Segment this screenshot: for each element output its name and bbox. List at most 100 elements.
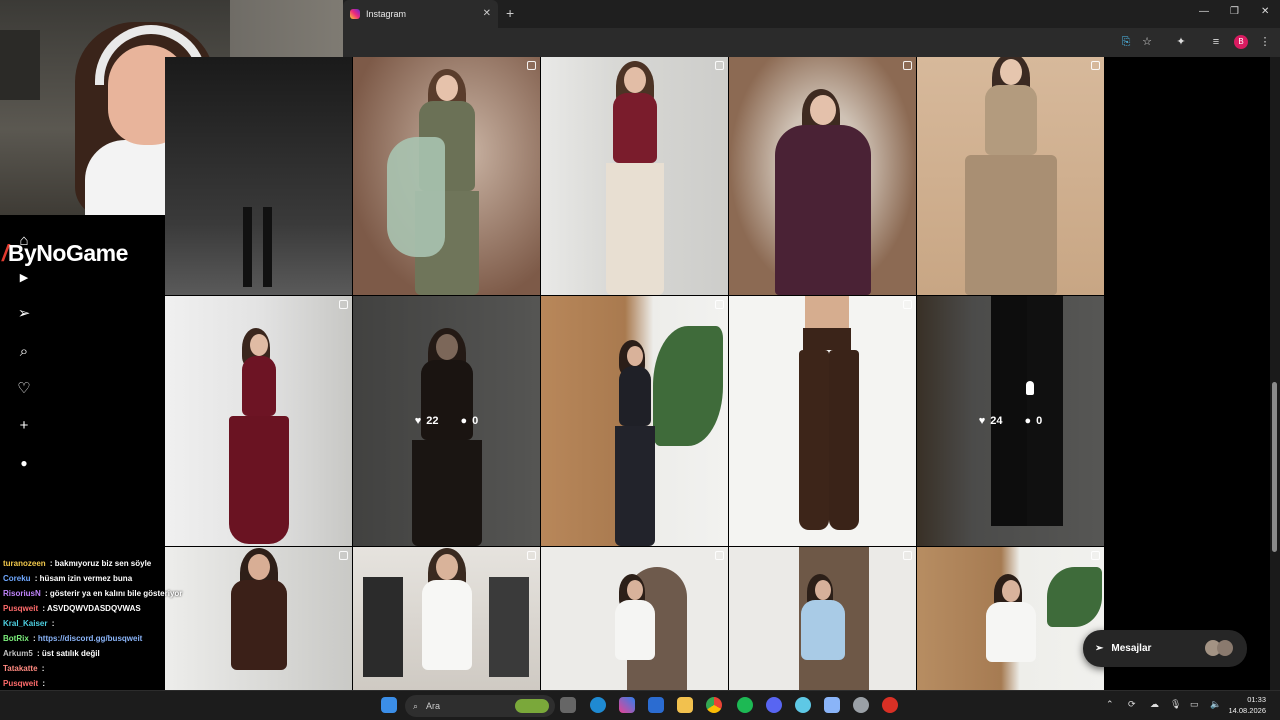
- like-count: 22: [426, 415, 439, 427]
- volume-icon[interactable]: 🔈: [1210, 699, 1221, 710]
- grid-post[interactable]: [165, 57, 352, 295]
- app-icon[interactable]: [795, 697, 811, 713]
- chat-username[interactable]: turanozeen: [3, 559, 46, 568]
- chat-message: RisoriusN : gösterir ya en kalını bile g…: [3, 586, 203, 601]
- create-plus-icon[interactable]: +: [15, 417, 33, 435]
- store-icon[interactable]: [648, 697, 664, 713]
- menu-kebab-icon[interactable]: ⋮: [1258, 35, 1272, 49]
- chat-username[interactable]: Tatakatte: [3, 664, 38, 673]
- task-view-icon[interactable]: [560, 697, 576, 713]
- grid-post[interactable]: [165, 296, 352, 546]
- grid-post[interactable]: [729, 57, 916, 295]
- tab-instagram[interactable]: Instagram ✕: [343, 0, 498, 28]
- chat-message: BotRix : https://discord.gg/busqweit: [3, 631, 203, 646]
- page-scrollbar[interactable]: [1270, 57, 1280, 690]
- explore-icon[interactable]: ➢: [15, 305, 33, 323]
- taskbar: ⌕ Ara ⌃ ⟳ ☁ 🎙 ▭ 🔈 01:33 14.08.2026: [0, 690, 1280, 720]
- restore-icon[interactable]: ❐: [1230, 6, 1239, 17]
- new-tab-button[interactable]: +: [506, 5, 514, 21]
- chat-separator: :: [47, 559, 55, 568]
- multi-image-icon: [903, 300, 912, 309]
- chat-username[interactable]: RisoriusN: [3, 589, 41, 598]
- copilot-icon[interactable]: [619, 697, 635, 713]
- heart-icon: ♥: [414, 415, 422, 427]
- close-window-icon[interactable]: ✕: [1261, 6, 1269, 17]
- search-label: Ara: [426, 701, 441, 711]
- comment-icon: ●: [460, 415, 468, 427]
- grid-post[interactable]: [729, 547, 916, 690]
- close-tab-icon[interactable]: ✕: [483, 8, 491, 19]
- tray-icon[interactable]: ☁: [1150, 699, 1159, 710]
- search-icon[interactable]: ⌕: [15, 343, 33, 361]
- chat-username[interactable]: Pusqweit: [3, 604, 38, 613]
- spotify-icon[interactable]: [737, 697, 753, 713]
- chat-separator: :: [49, 619, 55, 628]
- edge-icon[interactable]: [590, 697, 606, 713]
- chat-message: Tatakatte :: [3, 661, 203, 676]
- multi-image-icon: [339, 551, 348, 560]
- grid-post[interactable]: [353, 57, 540, 295]
- multi-image-icon: [1091, 551, 1100, 560]
- chat-message: Pusqweit : ASVDQWVDASDQVWAS: [3, 601, 203, 616]
- instagram-grid: ♥ 22 ● 0 ♥ 24 ● 0: [165, 57, 1270, 690]
- profile-avatar[interactable]: B: [1234, 35, 1248, 49]
- grid-post[interactable]: [541, 547, 728, 690]
- grid-post[interactable]: [729, 296, 916, 546]
- tray-icon[interactable]: ⟳: [1128, 699, 1136, 710]
- app-icon[interactable]: [824, 697, 840, 713]
- mouse-cursor: [1026, 381, 1034, 395]
- grid-post[interactable]: [541, 296, 728, 546]
- clock-date: 14.08.2026: [1228, 706, 1266, 715]
- screen: Instagram ✕ + — ❐ ✕ ⎘ ☆ ✦ ≡ B ⋮ ⌂ /ByNoG…: [0, 0, 1280, 720]
- avatar: [1217, 640, 1233, 656]
- send-icon: ➢: [1095, 643, 1104, 654]
- taskbar-search[interactable]: ⌕ Ara: [405, 695, 555, 717]
- bookmark-star-icon[interactable]: ☆: [1140, 35, 1154, 49]
- messages-label: Mesajlar: [1111, 643, 1152, 654]
- grid-post[interactable]: ♥ 22 ● 0: [353, 296, 540, 546]
- chat-username[interactable]: BotRix: [3, 634, 29, 643]
- instagram-icon: [350, 9, 360, 19]
- chat-separator: :: [34, 649, 42, 658]
- messages-button[interactable]: ➢ Mesajlar: [1083, 630, 1247, 667]
- search-highlight-icon: [515, 699, 549, 713]
- grid-post[interactable]: [917, 547, 1104, 690]
- chat-username[interactable]: Coreku: [3, 574, 31, 583]
- chat-username[interactable]: Arkum5: [3, 649, 33, 658]
- reel-icon: [339, 300, 348, 309]
- post-hover-overlay[interactable]: ♥ 22 ● 0: [353, 296, 540, 546]
- chat-separator: :: [30, 634, 38, 643]
- notifications-heart-icon[interactable]: ♡: [15, 380, 33, 398]
- chat-username[interactable]: Pusqweit: [3, 679, 38, 688]
- reels-icon[interactable]: ▶: [15, 269, 33, 287]
- discord-icon[interactable]: [766, 697, 782, 713]
- microphone-icon[interactable]: 🎙: [1170, 699, 1181, 710]
- scroll-thumb[interactable]: [1272, 382, 1277, 552]
- grid-post[interactable]: ♥ 24 ● 0: [917, 296, 1104, 546]
- install-app-icon[interactable]: ⎘: [1119, 35, 1133, 49]
- chat-text: üst satılık değil: [41, 649, 100, 658]
- settings-gear-icon[interactable]: [853, 697, 869, 713]
- chrome-icon[interactable]: [706, 697, 722, 713]
- grid-post[interactable]: [353, 547, 540, 690]
- file-explorer-icon[interactable]: [677, 697, 693, 713]
- system-clock[interactable]: 01:33 14.08.2026: [1228, 694, 1266, 716]
- chat-text: ASVDQWVDASDQVWAS: [46, 604, 141, 613]
- grid-post[interactable]: [917, 57, 1104, 295]
- chat-message: turanozeen : bakmıyoruz biz sen söyle: [3, 556, 203, 571]
- profile-avatar-icon[interactable]: ●: [15, 454, 33, 472]
- comment-count: 0: [472, 415, 479, 427]
- brand-name: ByNoGame: [7, 240, 128, 266]
- multi-image-icon: [715, 61, 724, 70]
- minimize-icon[interactable]: —: [1199, 6, 1209, 17]
- post-hover-overlay[interactable]: ♥ 24 ● 0: [917, 296, 1104, 546]
- chat-username[interactable]: Kral_Kaiser: [3, 619, 47, 628]
- chat-message: Pusqweit :: [3, 676, 203, 691]
- extensions-icon[interactable]: ✦: [1174, 35, 1188, 49]
- windows-start-icon[interactable]: [381, 697, 397, 713]
- app-icon[interactable]: [882, 697, 898, 713]
- tray-expand-icon[interactable]: ⌃: [1106, 699, 1114, 710]
- grid-post[interactable]: [541, 57, 728, 295]
- media-control-icon[interactable]: ≡: [1209, 35, 1223, 49]
- network-icon[interactable]: ▭: [1190, 699, 1199, 710]
